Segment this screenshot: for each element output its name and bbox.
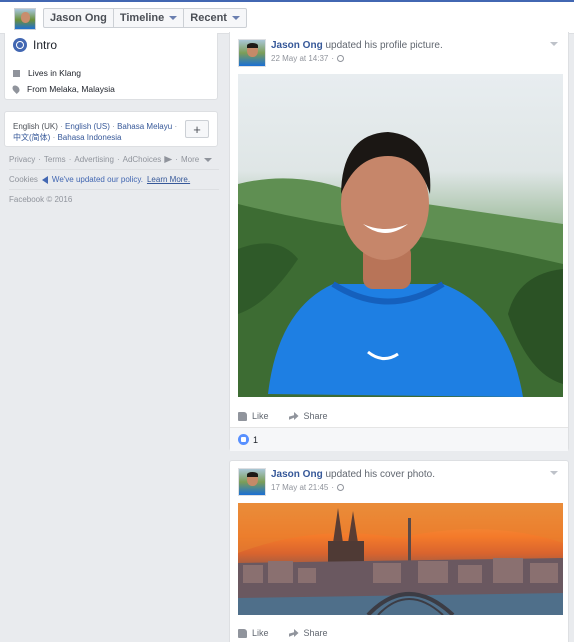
public-audience-icon[interactable] <box>337 484 345 491</box>
share-button[interactable]: Share <box>288 411 328 421</box>
language-link[interactable]: Bahasa Melayu <box>117 122 172 131</box>
intro-title: Intro <box>33 38 58 52</box>
post-action-text: updated his cover photo. <box>325 469 435 480</box>
post-author-link[interactable]: Jason Ong <box>271 40 323 51</box>
home-icon <box>13 69 20 77</box>
post-timestamp[interactable]: 17 May at 21:45 <box>271 483 328 492</box>
policy-text: We've updated our policy. <box>51 175 143 184</box>
chevron-down-icon <box>204 157 213 162</box>
footer-link-more[interactable]: More <box>181 155 199 164</box>
location-pin-icon <box>11 84 21 94</box>
post-timestamp[interactable]: 22 May at 14:37 <box>271 54 328 63</box>
thumbs-up-icon <box>238 411 247 421</box>
language-link[interactable]: Bahasa Indonesia <box>57 133 121 142</box>
share-icon <box>288 629 299 637</box>
footer: Privacy · Terms · Advertising · AdChoices ·… <box>9 153 219 206</box>
post-options-chevron-icon[interactable] <box>550 42 558 46</box>
tab-recent[interactable]: Recent <box>184 9 246 27</box>
globe-icon <box>13 38 27 52</box>
like-button[interactable]: Like <box>238 628 269 638</box>
share-button[interactable]: Share <box>288 628 328 638</box>
chevron-down-icon <box>169 16 178 20</box>
language-card: English (UK) · English (US) · Bahasa Mel… <box>4 111 218 147</box>
footer-link-advertising[interactable]: Advertising <box>74 155 114 164</box>
reaction-count: 1 <box>253 434 259 445</box>
language-link[interactable]: 中文(简体) <box>13 133 50 142</box>
share-icon <box>288 412 299 420</box>
avatar[interactable] <box>238 468 266 496</box>
like-button[interactable]: Like <box>238 411 269 421</box>
profile-photo[interactable] <box>238 74 563 397</box>
tab-timeline[interactable]: Timeline <box>114 9 185 27</box>
profile-avatar[interactable] <box>14 8 36 30</box>
timeline-nav-bar: Jason Ong Timeline Recent <box>0 0 574 34</box>
timeline-tabs: Jason Ong Timeline Recent <box>43 8 247 28</box>
reactions-bar[interactable]: 1 <box>230 427 568 451</box>
add-language-button[interactable]: + <box>185 120 209 138</box>
lives-in-text: Lives in Klang <box>28 68 81 78</box>
intro-card: Intro Lives in Klang From Melaka, Malays… <box>4 33 218 100</box>
avatar[interactable] <box>238 39 266 67</box>
footer-link-cookies[interactable]: Cookies <box>9 175 38 184</box>
learn-more-link[interactable]: Learn More. <box>147 175 190 184</box>
footer-link-terms[interactable]: Terms <box>44 155 66 164</box>
cover-photo[interactable] <box>238 503 563 615</box>
public-audience-icon[interactable] <box>337 55 345 62</box>
post-options-chevron-icon[interactable] <box>550 471 558 475</box>
current-language: English (UK) <box>13 122 58 131</box>
thumbs-up-icon <box>238 628 247 638</box>
copyright-text: Facebook © 2016 <box>9 195 73 204</box>
post-author-link[interactable]: Jason Ong <box>271 469 323 480</box>
adchoices-icon <box>164 156 173 163</box>
footer-link-adchoices[interactable]: AdChoices <box>123 155 162 164</box>
post-action-text: updated his profile picture. <box>325 40 443 51</box>
post-cover-photo: Jason Ong updated his cover photo. 17 Ma… <box>229 460 569 642</box>
language-link[interactable]: English (US) <box>65 122 110 131</box>
policy-arrow-icon <box>41 175 48 184</box>
post-profile-picture: Jason Ong updated his profile picture. 2… <box>229 32 569 451</box>
footer-link-privacy[interactable]: Privacy <box>9 155 35 164</box>
from-text: From Melaka, Malaysia <box>27 84 115 94</box>
like-reaction-icon <box>238 434 249 445</box>
chevron-down-icon <box>231 16 240 20</box>
tab-profile-name[interactable]: Jason Ong <box>44 9 114 27</box>
